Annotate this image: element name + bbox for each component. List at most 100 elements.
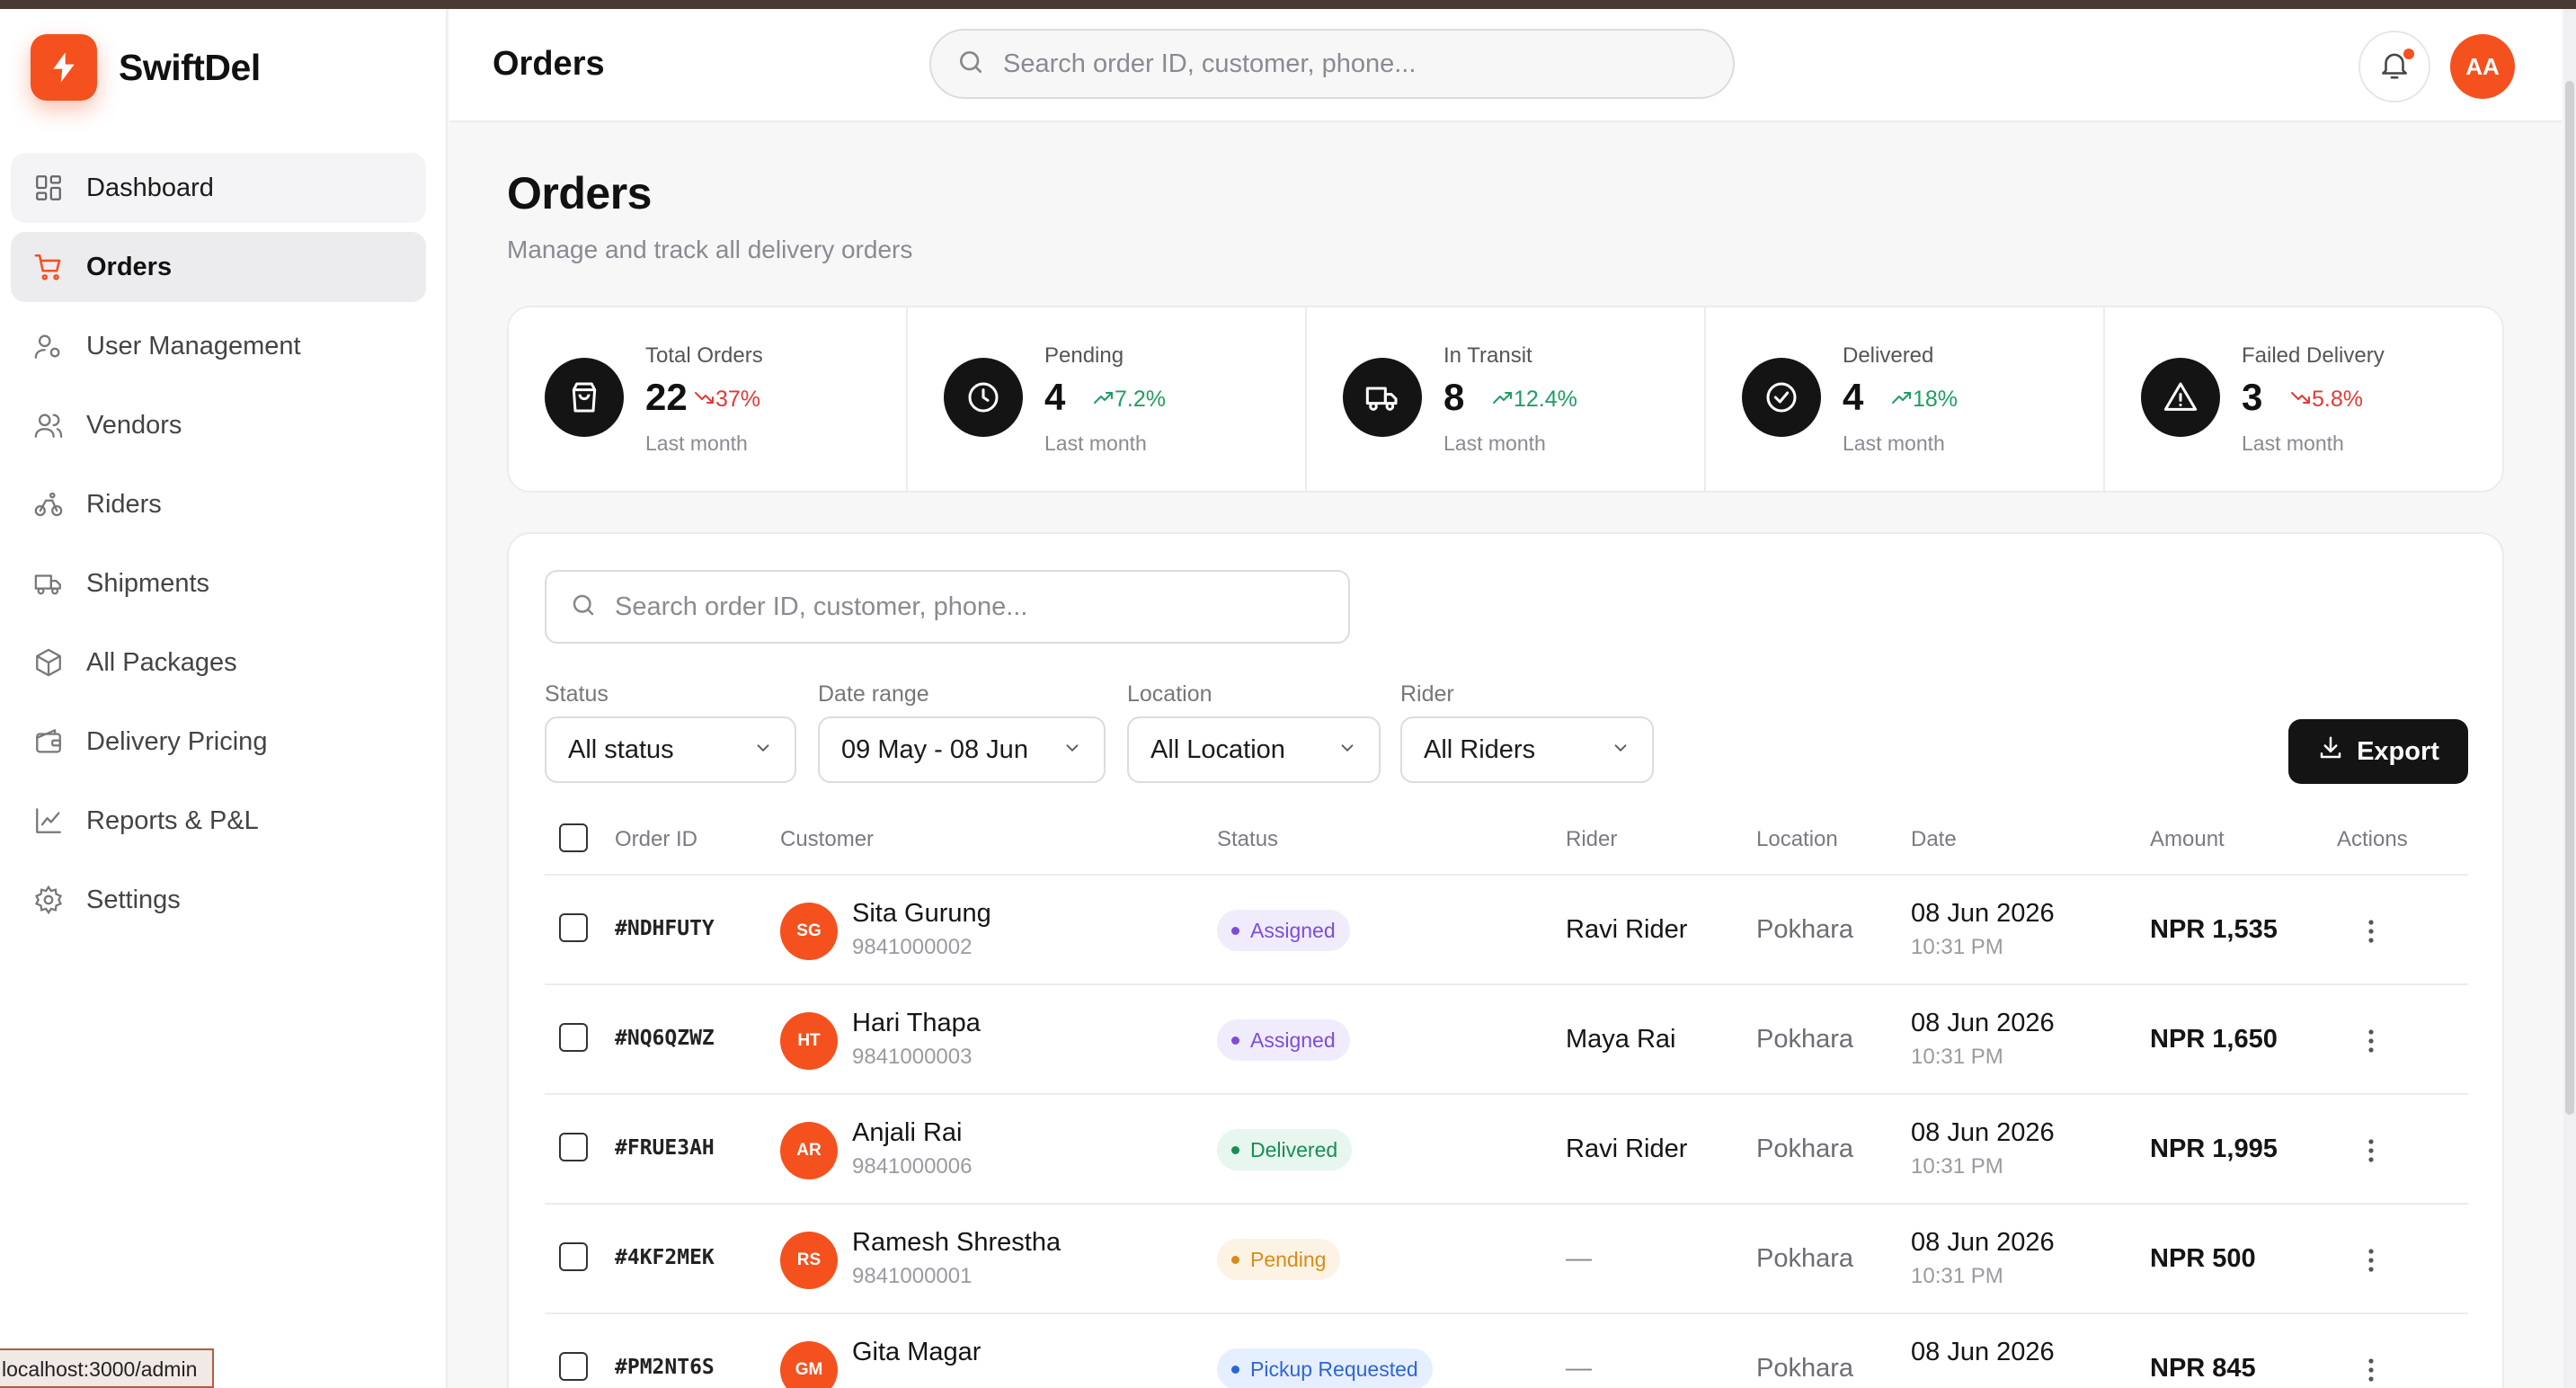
more-actions-icon[interactable] (2362, 1242, 2380, 1278)
download-icon (2317, 734, 2344, 769)
stat-value: 8 (1443, 376, 1465, 418)
stat-period: Last month (1843, 432, 1945, 455)
sidebar-item-riders[interactable]: Riders (11, 469, 426, 539)
trend-down-icon (694, 387, 715, 413)
more-actions-icon[interactable] (2362, 1023, 2380, 1059)
column-header[interactable]: Status (1217, 827, 1278, 852)
order-id[interactable]: #NQ6QZWZ (615, 1027, 715, 1050)
bike-icon (32, 488, 65, 520)
header-title: Orders (493, 45, 605, 83)
sidebar-item-dashboard[interactable]: Dashboard (11, 153, 426, 223)
truck-icon (32, 567, 65, 600)
brand[interactable]: SwiftDel (31, 34, 261, 101)
rider-select[interactable]: All Riders (1400, 716, 1654, 783)
order-date: 08 Jun 2026 (1911, 1338, 2055, 1366)
status-select[interactable]: All status (545, 716, 796, 783)
more-actions-icon[interactable] (2362, 1133, 2380, 1169)
stats-cards: Total Orders 22 37% Last month Pending 4… (507, 306, 2504, 493)
row-checkbox[interactable] (559, 1352, 588, 1381)
scrollbar-thumb[interactable] (2565, 81, 2574, 1115)
rider-name: Ravi Rider (1566, 1134, 1688, 1163)
users-icon (32, 409, 65, 441)
cart-icon (32, 251, 65, 283)
status-dot (1231, 1145, 1239, 1154)
row-checkbox[interactable] (559, 1023, 588, 1052)
chevron-down-icon (1611, 735, 1630, 765)
stat-card-failed-delivery: Failed Delivery 3 5.8% Last month (2105, 307, 2502, 491)
truck-icon (1343, 358, 1422, 437)
status-dot (1231, 1036, 1239, 1045)
order-date: 08 Jun 2026 (1911, 1228, 2055, 1257)
stat-value: 4 (1843, 376, 1864, 418)
location: Pokhara (1756, 1134, 1854, 1163)
status-dot (1231, 926, 1239, 935)
dashboard-grid-icon (32, 172, 65, 204)
sidebar-item-shipments[interactable]: Shipments (11, 548, 426, 618)
notifications-button[interactable] (2358, 31, 2430, 102)
filter-label: Rider (1400, 681, 1454, 707)
location-select[interactable]: All Location (1127, 716, 1381, 783)
shopping-bag-icon (545, 358, 624, 437)
select-all-checkbox[interactable] (559, 823, 588, 852)
sidebar-item-orders[interactable]: Orders (11, 232, 426, 302)
date-range-select[interactable]: 09 May - 08 Jun (818, 716, 1106, 783)
export-button[interactable]: Export (2288, 719, 2468, 784)
more-actions-icon[interactable] (2362, 1352, 2380, 1388)
stat-value: 4 (1044, 376, 1066, 418)
filter-label: Date range (818, 681, 929, 707)
sidebar-item-label: All Packages (86, 647, 237, 677)
table-row[interactable]: #FRUE3AH AR Anjali Rai 9841000006 Delive… (545, 1095, 2468, 1205)
order-id[interactable]: #4KF2MEK (615, 1246, 715, 1269)
sidebar-item-reports[interactable]: Reports & P&L (11, 786, 426, 856)
table-row[interactable]: #NDHFUTY SG Sita Gurung 9841000002 Assig… (545, 876, 2468, 985)
customer-avatar: AR (780, 1122, 838, 1179)
column-header[interactable]: Amount (2150, 827, 2225, 852)
order-date: 08 Jun 2026 (1911, 899, 2055, 928)
order-amount: NPR 1,650 (2150, 1025, 2278, 1054)
sidebar-item-settings[interactable]: Settings (11, 865, 426, 935)
brand-name: SwiftDel (119, 46, 261, 88)
row-checkbox[interactable] (559, 1133, 588, 1161)
sidebar-item-user-management[interactable]: User Management (11, 311, 426, 381)
column-header[interactable]: Location (1756, 827, 1838, 852)
table-row[interactable]: #4KF2MEK RS Ramesh Shrestha 9841000001 P… (545, 1205, 2468, 1314)
column-header[interactable]: Rider (1566, 827, 1617, 852)
stat-label: Pending (1044, 343, 1124, 368)
sidebar-item-label: User Management (86, 331, 301, 360)
order-time: 10:31 PM (1911, 1154, 2003, 1179)
filter-label: Location (1127, 681, 1212, 707)
order-id[interactable]: #PM2NT6S (615, 1356, 715, 1379)
status-filter: Status All status (545, 681, 796, 783)
column-header[interactable]: Customer (780, 827, 874, 852)
orders-search-input[interactable]: Search order ID, customer, phone... (545, 570, 1350, 644)
location: Pokhara (1756, 1354, 1854, 1383)
gear-icon (32, 884, 65, 916)
row-checkbox[interactable] (559, 1242, 588, 1271)
table-row[interactable]: #NQ6QZWZ HT Hari Thapa 9841000003 Assign… (545, 985, 2468, 1095)
stat-period: Last month (2242, 432, 2344, 455)
check-circle-icon (1742, 358, 1821, 437)
customer-phone: 9841000003 (852, 1045, 973, 1069)
sidebar: SwiftDel Dashboard Orders User Managemen… (0, 9, 448, 1388)
sidebar-item-label: Reports & P&L (86, 805, 259, 835)
column-header[interactable]: Date (1911, 827, 1957, 852)
rider-name: — (1566, 1354, 1592, 1383)
sidebar-item-all-packages[interactable]: All Packages (11, 627, 426, 698)
stat-value: 3 (2242, 376, 2263, 418)
sidebar-item-vendors[interactable]: Vendors (11, 390, 426, 460)
window-top-bar (0, 0, 2576, 9)
table-row[interactable]: #PM2NT6S GM Gita Magar Pickup Requested … (545, 1314, 2468, 1388)
more-actions-icon[interactable] (2362, 913, 2380, 949)
orders-table: Order ID Customer Status Rider Location … (545, 804, 2468, 1388)
global-search-input[interactable]: Search order ID, customer, phone... (929, 29, 1735, 99)
order-id[interactable]: #NDHFUTY (615, 917, 715, 940)
status-bar-url: localhost:3000/admin (0, 1348, 214, 1388)
order-id[interactable]: #FRUE3AH (615, 1136, 715, 1160)
stat-label: In Transit (1443, 343, 1532, 368)
sidebar-item-delivery-pricing[interactable]: Delivery Pricing (11, 707, 426, 777)
row-checkbox[interactable] (559, 913, 588, 942)
user-avatar[interactable]: AA (2450, 34, 2515, 99)
column-header[interactable]: Order ID (615, 827, 697, 852)
wallet-icon (32, 725, 65, 758)
sidebar-item-label: Settings (86, 885, 181, 914)
